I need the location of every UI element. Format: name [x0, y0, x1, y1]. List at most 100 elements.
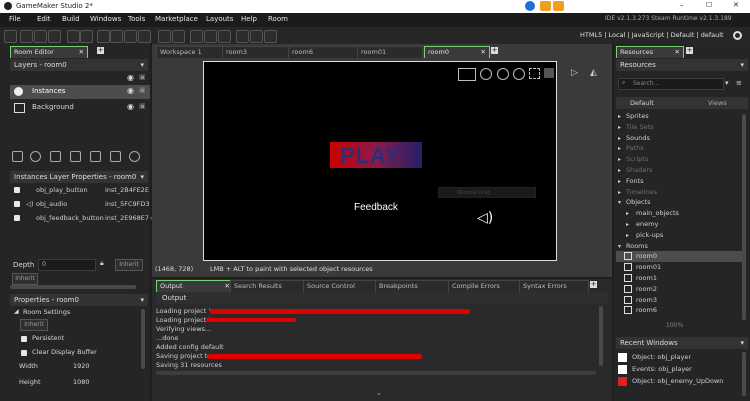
- room-canvas[interactable]: ▷ ◭ PLAY Window Drag Feedback ◁): [203, 61, 597, 261]
- menu-tools[interactable]: Tools: [128, 15, 145, 23]
- add-tile-layer-icon[interactable]: [50, 151, 61, 162]
- zoom-out-icon[interactable]: [190, 30, 203, 43]
- tree-folder-item[interactable]: ▾ Rooms: [616, 241, 742, 252]
- menu-room[interactable]: Room: [268, 15, 288, 23]
- chevron-down-icon[interactable]: ▾: [140, 294, 144, 306]
- tab-room6[interactable]: room6: [288, 46, 358, 58]
- add-path-layer-icon[interactable]: [70, 151, 81, 162]
- add-asset-layer-icon[interactable]: [90, 151, 101, 162]
- menu-help[interactable]: Help: [241, 15, 257, 23]
- tree-room-item[interactable]: room6: [616, 305, 742, 316]
- visible-checkbox[interactable]: [14, 187, 20, 193]
- width-value[interactable]: 1920: [73, 362, 90, 370]
- zoom-reset-icon[interactable]: [204, 30, 217, 43]
- recent-scrollbar[interactable]: [742, 352, 746, 396]
- camera-icon[interactable]: [540, 1, 551, 11]
- zoom-out-icon[interactable]: [480, 68, 492, 80]
- zoom-in-icon[interactable]: [218, 30, 231, 43]
- chrome-ext-icon[interactable]: [525, 1, 535, 11]
- lock-icon[interactable]: ▣: [139, 73, 146, 81]
- chevron-down-icon[interactable]: ▾: [740, 337, 744, 349]
- tree-room-item[interactable]: room01: [616, 262, 742, 273]
- close-icon[interactable]: ✕: [675, 47, 680, 58]
- speaker-icon[interactable]: ◁): [477, 210, 493, 226]
- menu-windows[interactable]: Windows: [90, 15, 121, 23]
- search-options-icon[interactable]: ▾: [725, 79, 729, 87]
- recent-item[interactable]: Object: obj_enemy_UpDown: [616, 376, 742, 387]
- instance-row[interactable]: obj_play_button inst_2B4FE2E: [10, 185, 150, 196]
- tab-room3[interactable]: room3: [222, 46, 290, 58]
- inherit-depth-button[interactable]: Inherit: [115, 259, 143, 271]
- tab-compile-errors[interactable]: Compile Errors: [448, 280, 520, 292]
- eye-icon[interactable]: ◉: [127, 73, 134, 82]
- collapse-icon[interactable]: ◢: [14, 308, 19, 315]
- search-menu-icon[interactable]: ≡: [736, 79, 742, 87]
- tree-room-item[interactable]: room1: [616, 273, 742, 284]
- tree-folder-item[interactable]: ▸ Timelines: [616, 187, 742, 198]
- chevron-down-icon[interactable]: ▾: [140, 171, 144, 183]
- add-background-layer-icon[interactable]: [12, 151, 23, 162]
- tree-folder-item[interactable]: ▸ Sprites: [616, 111, 742, 122]
- menu-edit[interactable]: Edit: [37, 15, 51, 23]
- chevron-down-icon[interactable]: ▾: [740, 59, 744, 71]
- instances-scrollbar[interactable]: [10, 285, 136, 289]
- start-page-icon[interactable]: [264, 30, 277, 43]
- inherit-layer-button[interactable]: Inherit: [12, 273, 38, 285]
- tree-room-item[interactable]: room0: [616, 251, 742, 263]
- mic-icon[interactable]: [553, 1, 564, 11]
- zoom-in-icon[interactable]: [513, 68, 525, 80]
- tree-folder-item[interactable]: ▸ pick-ups: [616, 230, 742, 241]
- package-icon[interactable]: [172, 30, 185, 43]
- output-hscroll[interactable]: [156, 371, 596, 375]
- recent-item[interactable]: Events: obj_player: [616, 364, 742, 375]
- fit-icon[interactable]: [529, 68, 540, 79]
- play-button-instance[interactable]: PLAY: [330, 142, 422, 168]
- open-icon[interactable]: [34, 30, 47, 43]
- debug-icon[interactable]: [124, 30, 137, 43]
- play-preview-icon[interactable]: ▷: [571, 68, 578, 78]
- views-label[interactable]: Views: [708, 99, 727, 107]
- tree-folder-item[interactable]: ▸ enemy: [616, 219, 742, 230]
- layer-row-background[interactable]: Background ◉ ▣: [10, 101, 150, 115]
- undo-icon[interactable]: [67, 30, 80, 43]
- tree-folder-item[interactable]: ▸ main_objects: [616, 208, 742, 219]
- eye-icon[interactable]: ◉: [127, 86, 134, 95]
- left-splitter-arrow[interactable]: ‹: [150, 215, 152, 222]
- window-drag-instance[interactable]: Window Drag: [438, 187, 536, 198]
- chevron-down-icon[interactable]: ▾: [140, 59, 144, 71]
- visible-checkbox[interactable]: [14, 215, 20, 221]
- tree-room-item[interactable]: room2: [616, 284, 742, 295]
- add-folder-icon[interactable]: [110, 151, 121, 162]
- tree-room-item[interactable]: room3: [616, 295, 742, 306]
- tree-folder-item[interactable]: ▸ Sounds: [616, 133, 742, 144]
- tree-folder-item[interactable]: ▸ Tile Sets: [616, 122, 742, 133]
- add-tab-icon[interactable]: +: [590, 281, 597, 288]
- lock-icon[interactable]: ▣: [139, 102, 146, 110]
- inherit-room-button[interactable]: Inherit: [20, 319, 48, 331]
- build-icon[interactable]: [97, 30, 110, 43]
- depth-input[interactable]: 0: [38, 259, 96, 271]
- height-value[interactable]: 1080: [73, 378, 90, 386]
- default-view-row[interactable]: Default Views: [616, 97, 748, 109]
- add-tab-icon[interactable]: +: [97, 47, 104, 54]
- clear-display-checkbox[interactable]: [21, 350, 27, 356]
- game-options-icon[interactable]: [250, 30, 263, 43]
- tab-room01[interactable]: room01: [357, 46, 423, 58]
- tab-syntax-errors[interactable]: Syntax Errors: [519, 280, 589, 292]
- add-tab-icon[interactable]: +: [686, 47, 693, 54]
- tab-room0[interactable]: room0 ✕: [424, 46, 490, 58]
- minimize-button[interactable]: –: [680, 1, 684, 9]
- maximize-button[interactable]: ☐: [706, 1, 712, 9]
- tab-breakpoints[interactable]: Breakpoints: [375, 280, 449, 292]
- tab-output[interactable]: Output ✕: [156, 280, 234, 292]
- tab-search-results[interactable]: Search Results: [230, 280, 304, 292]
- close-icon[interactable]: ✕: [79, 47, 84, 58]
- feedback-button-instance[interactable]: Feedback: [354, 202, 398, 213]
- play-icon[interactable]: [110, 30, 123, 43]
- paint-icon[interactable]: ◭: [590, 68, 597, 78]
- depth-lock-icon[interactable]: 🔒︎: [100, 259, 104, 268]
- grid-icon[interactable]: [458, 68, 476, 81]
- recent-item[interactable]: Object: obj_player: [616, 352, 742, 363]
- tree-folder-item[interactable]: ▾ Objects: [616, 197, 742, 208]
- tab-resources[interactable]: Resources ✕: [616, 46, 684, 58]
